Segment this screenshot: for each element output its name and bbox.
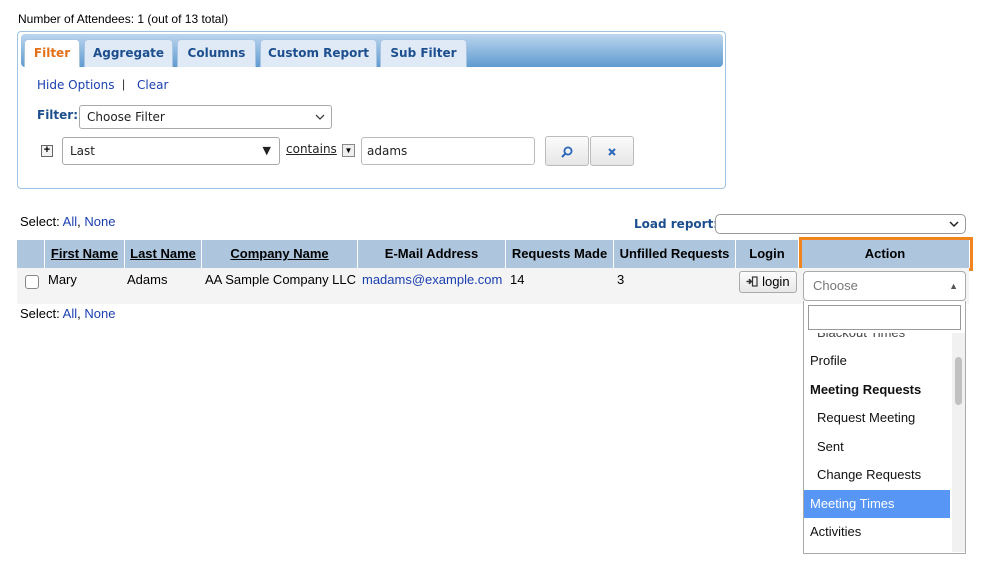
hide-options-link[interactable]: Hide Options — [37, 78, 114, 92]
header-last-name[interactable]: Last Name — [125, 240, 202, 268]
caret-up-icon: ▲ — [949, 281, 958, 291]
header-requests-made: Requests Made — [506, 240, 614, 268]
search-button[interactable] — [545, 136, 589, 166]
caret-down-icon: ▼ — [262, 144, 271, 157]
header-company-name[interactable]: Company Name — [202, 240, 358, 268]
action-option-change-requests[interactable]: Change Requests — [804, 461, 950, 489]
tab-filter[interactable]: Filter — [24, 39, 80, 67]
select-none-link[interactable]: None — [84, 214, 115, 229]
action-option-activities[interactable]: Activities — [804, 518, 950, 546]
choose-filter-select[interactable]: Choose Filter — [79, 105, 332, 129]
tab-aggregate[interactable]: Aggregate — [84, 39, 173, 67]
login-label: login — [762, 274, 790, 289]
plus-icon[interactable]: + — [41, 145, 53, 157]
action-column-highlight — [799, 237, 973, 271]
choose-filter-value: Choose Filter — [87, 110, 165, 124]
field-select-value: Last — [70, 144, 95, 158]
action-option-sent[interactable]: Sent — [804, 433, 950, 461]
action-dropdown-menu: Blackout Times Profile Meeting Requests … — [803, 301, 966, 554]
tab-bar: Filter Aggregate Columns Custom Report S… — [21, 34, 723, 67]
chevron-down-icon — [949, 215, 959, 239]
select-all-none-top: Select: All, None — [20, 214, 115, 229]
tab-custom-report[interactable]: Custom Report — [260, 39, 377, 67]
tab-columns[interactable]: Columns — [177, 39, 256, 67]
cell-last-name: Adams — [127, 272, 168, 287]
cell-email-link[interactable]: madams@example.com — [362, 272, 502, 287]
reset-button[interactable] — [590, 136, 634, 166]
cell-unfilled-requests: 3 — [617, 272, 625, 287]
header-email: E-Mail Address — [358, 240, 506, 268]
action-option-request-meeting[interactable]: Request Meeting — [804, 404, 950, 432]
chevron-down-icon — [315, 106, 325, 136]
login-button[interactable]: login — [739, 271, 797, 293]
select-all-link[interactable]: All — [63, 214, 77, 229]
search-icon — [560, 144, 574, 158]
action-select-placeholder: Choose — [813, 278, 858, 293]
select-comma: , — [77, 306, 81, 321]
header-first-name[interactable]: First Name — [45, 240, 125, 268]
menu-scrollbar-thumb[interactable] — [955, 357, 962, 405]
action-option-blackout-times[interactable]: Blackout Times — [804, 333, 950, 347]
action-option-list: Blackout Times Profile Meeting Requests … — [804, 333, 950, 552]
filter-label: Filter: — [37, 108, 79, 122]
filter-value-input[interactable] — [361, 137, 535, 165]
select-all-none-bottom: Select: All, None — [20, 306, 115, 321]
close-icon — [607, 144, 617, 158]
menu-scrollbar[interactable] — [952, 333, 965, 552]
cell-company: AA Sample Company LLC — [205, 272, 357, 287]
action-search-input[interactable] — [808, 305, 961, 330]
field-select[interactable]: Last ▼ — [62, 137, 280, 165]
clear-link[interactable]: Clear — [137, 78, 168, 92]
filter-panel: Filter Aggregate Columns Custom Report S… — [17, 31, 726, 189]
select-comma: , — [77, 214, 81, 229]
operator-dropdown-icon[interactable]: ▼ — [342, 144, 355, 157]
select-label: Select: — [20, 214, 60, 229]
action-select[interactable]: Choose ▲ — [803, 271, 966, 301]
row-checkbox[interactable] — [25, 275, 39, 289]
header-unfilled-requests: Unfilled Requests — [614, 240, 736, 268]
attendee-count: Number of Attendees: 1 (out of 13 total) — [18, 12, 229, 26]
tab-sub-filter[interactable]: Sub Filter — [380, 39, 467, 67]
cell-requests-made: 14 — [510, 272, 525, 287]
load-report-select[interactable] — [715, 214, 966, 234]
action-option-profile[interactable]: Profile — [804, 347, 950, 375]
operator-label: contains — [286, 142, 337, 156]
header-login: Login — [736, 240, 799, 268]
load-report-label: Load report: — [634, 217, 719, 231]
action-group-meeting-requests: Meeting Requests — [810, 382, 922, 397]
login-icon — [746, 274, 762, 289]
cell-first-name: Mary — [48, 272, 77, 287]
action-option-meeting-times[interactable]: Meeting Times — [804, 490, 950, 518]
select-label: Select: — [20, 306, 60, 321]
select-all-link[interactable]: All — [63, 306, 77, 321]
header-checkbox-column — [17, 240, 45, 268]
link-separator: | — [122, 77, 126, 91]
select-none-link[interactable]: None — [84, 306, 115, 321]
